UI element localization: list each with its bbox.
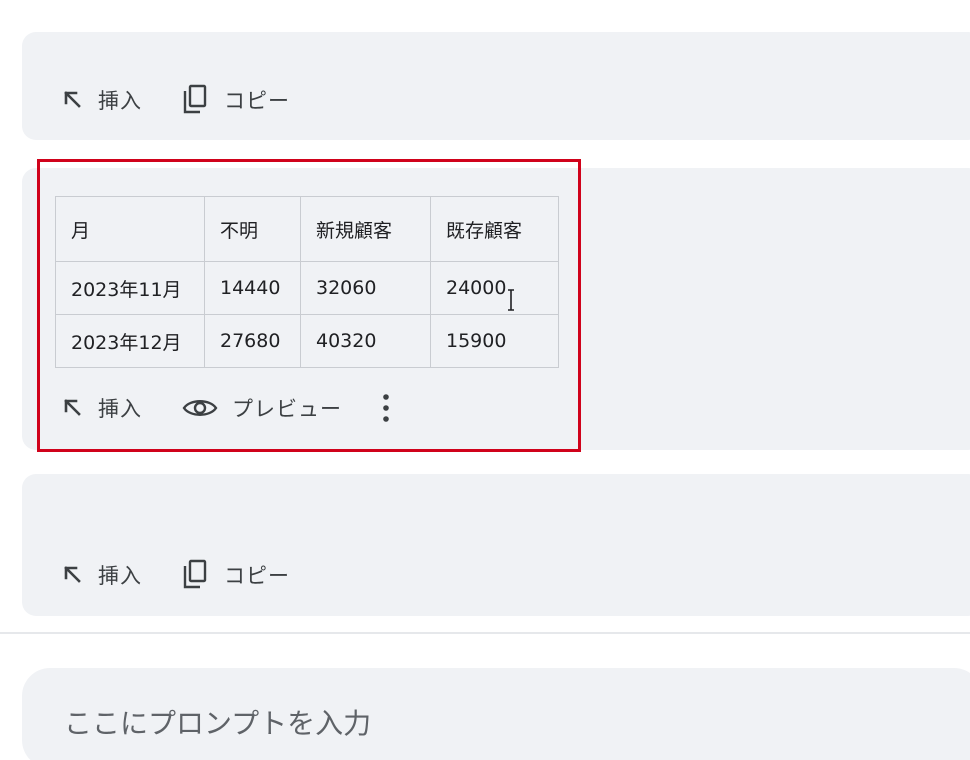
response-panel: 挿入 コピー 月 不明 新規顧客 既存顧客 2023年11月 14440 320… (0, 0, 970, 760)
insert-button[interactable]: 挿入 (62, 85, 142, 115)
insert-arrow-icon (62, 564, 84, 586)
divider (0, 632, 970, 634)
copy-button[interactable]: コピー (182, 559, 290, 591)
insert-arrow-icon (62, 89, 84, 111)
copy-icon (182, 84, 210, 116)
insert-label: 挿入 (98, 89, 142, 113)
response-card-bottom (22, 474, 970, 616)
copy-label: コピー (224, 564, 290, 588)
insert-label: 挿入 (98, 564, 142, 588)
prompt-input[interactable] (64, 703, 944, 743)
insert-button[interactable]: 挿入 (62, 560, 142, 590)
highlight-box (37, 159, 581, 452)
card-actions-bottom: 挿入 コピー (62, 559, 290, 591)
copy-button[interactable]: コピー (182, 84, 290, 116)
copy-label: コピー (224, 89, 290, 113)
card-actions-top: 挿入 コピー (62, 84, 290, 116)
copy-icon (182, 559, 210, 591)
